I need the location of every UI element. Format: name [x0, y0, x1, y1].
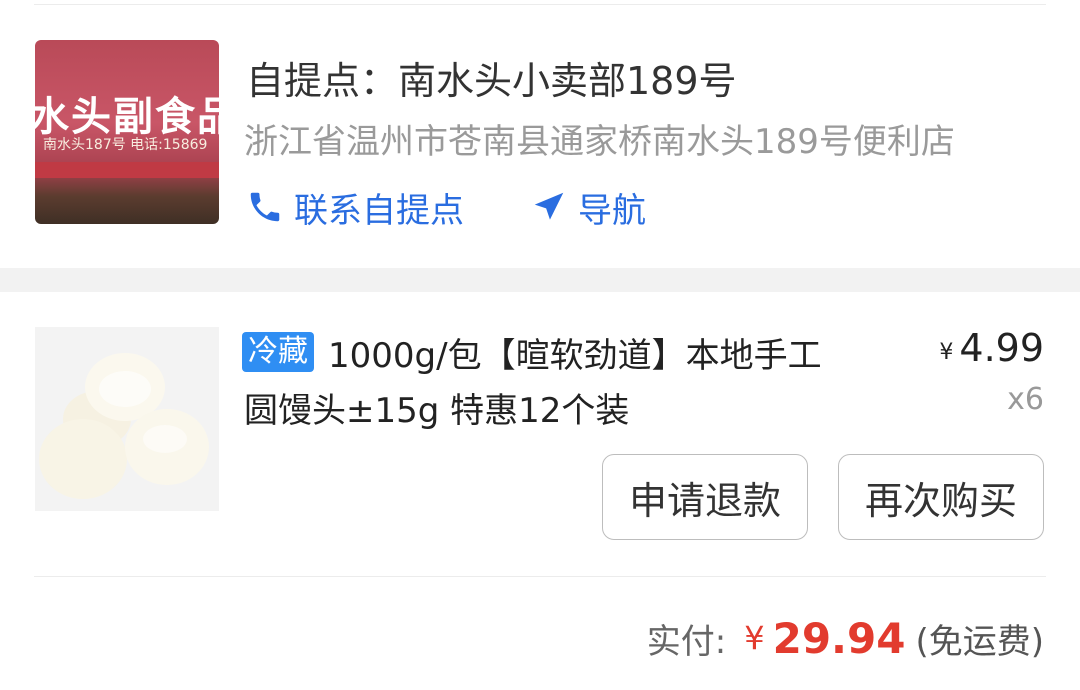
pickup-point-title: 自提点：南水头小卖部189号 [246, 59, 737, 103]
pickup-point-address: 浙江省温州市苍南县通家桥南水头189号便利店 [244, 122, 955, 162]
phone-icon [250, 192, 280, 222]
product-title-line1[interactable]: 冷藏 1000g/包【暄软劲道】本地手工 [242, 330, 822, 376]
contact-pickup-point-label: 联系自提点 [294, 190, 464, 231]
price-currency: ¥ [939, 340, 954, 365]
product-price: ¥4.99 [939, 326, 1044, 370]
total-currency: ¥ [744, 619, 765, 657]
product-quantity: x6 [1007, 382, 1044, 417]
summary-divider [34, 576, 1046, 577]
product-name-part2[interactable]: 圆馒头±15g 特惠12个装 [244, 383, 629, 432]
store-sign-subtext: 南水头187号 电话:15869 [43, 137, 208, 153]
paid-label: 实付: [646, 621, 727, 662]
shipping-note: (免运费) [915, 621, 1044, 662]
price-value: 4.99 [959, 326, 1044, 370]
navigate-link[interactable]: 导航 [530, 184, 646, 231]
store-sign-strip [35, 162, 219, 178]
product-image[interactable] [35, 327, 219, 511]
section-separator [0, 268, 1080, 292]
steamed-bun-illustration [39, 353, 209, 499]
product-name-part1: 1000g/包【暄软劲道】本地手工 [328, 335, 822, 376]
store-photo: 水头副食品 南水头187号 电话:15869 [35, 40, 219, 224]
cold-storage-tag: 冷藏 [242, 332, 314, 372]
pickup-point-card: 水头副食品 南水头187号 电话:15869 自提点：南水头小卖部189号 浙江… [0, 0, 1080, 268]
request-refund-button[interactable]: 申请退款 [602, 454, 808, 540]
contact-pickup-point-link[interactable]: 联系自提点 [246, 184, 464, 231]
order-total: 实付: ¥ 29.94 (免运费) [647, 610, 1044, 666]
navigation-arrow-icon [534, 192, 564, 220]
total-amount: 29.94 [772, 613, 906, 663]
navigate-label: 导航 [578, 190, 646, 231]
buy-again-button[interactable]: 再次购买 [838, 454, 1044, 540]
